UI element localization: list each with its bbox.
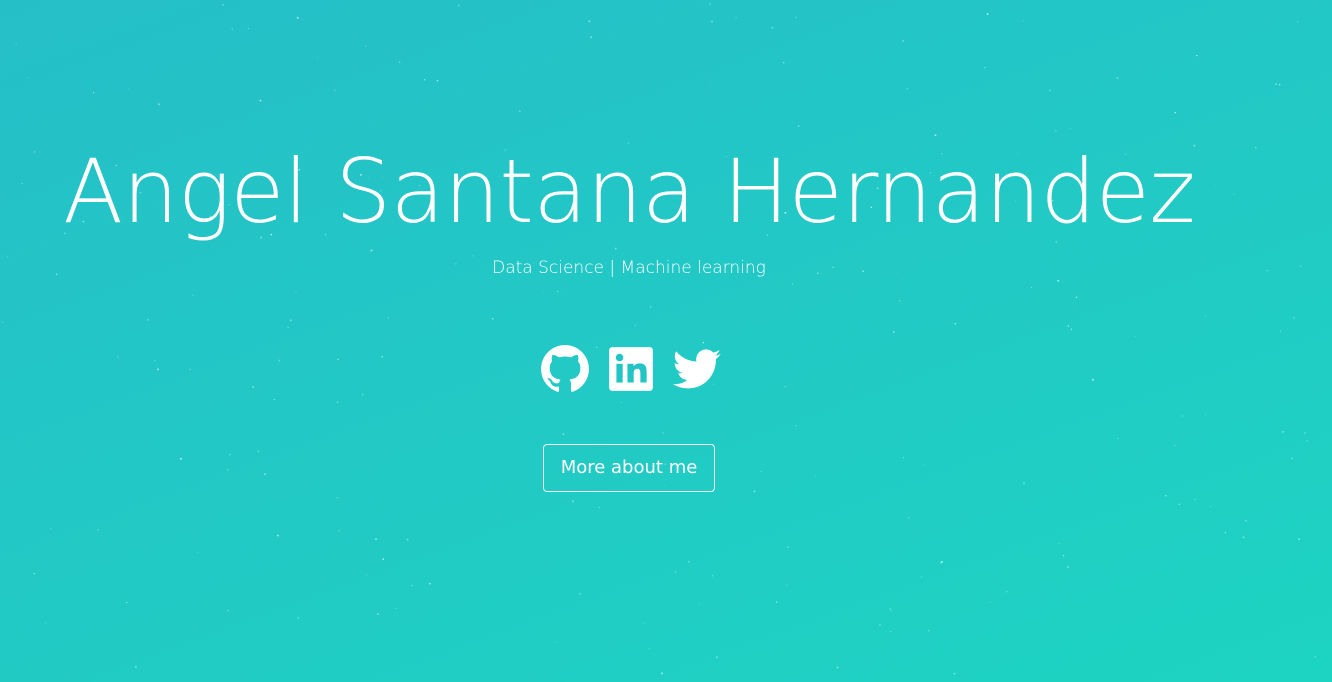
- page-title: Angel Santana Hernandez: [62, 140, 1196, 243]
- hero-section: Angel Santana Hernandez Data Science | M…: [0, 0, 1332, 682]
- more-about-me-button[interactable]: More about me: [543, 444, 715, 492]
- twitter-icon: [672, 349, 721, 389]
- github-link[interactable]: [540, 344, 590, 394]
- twitter-link[interactable]: [672, 344, 722, 394]
- subtitle: Data Science | Machine learning: [492, 258, 766, 278]
- linkedin-link[interactable]: [606, 344, 656, 394]
- github-icon: [541, 345, 589, 392]
- social-links: [540, 344, 722, 394]
- linkedin-icon: [609, 347, 653, 391]
